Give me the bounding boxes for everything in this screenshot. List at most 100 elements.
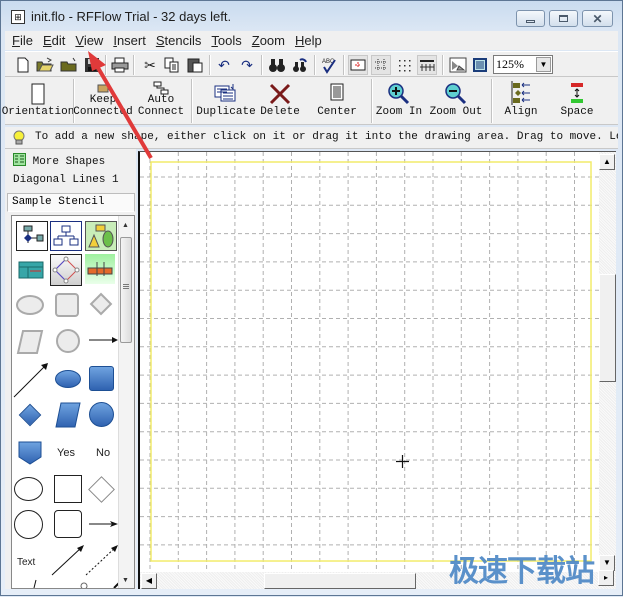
palette-yes-label[interactable]: Yes: [57, 447, 75, 459]
close-button[interactable]: ✕: [582, 10, 613, 27]
auto-connect-button[interactable]: Auto Connect: [133, 79, 189, 123]
chart-properties-button[interactable]: [470, 55, 490, 75]
page-border: [150, 161, 592, 562]
menu-file[interactable]: File: [12, 33, 33, 48]
palette-right-arrow[interactable]: [88, 334, 120, 346]
palette-outline-circle[interactable]: [14, 510, 43, 539]
duplicate-button[interactable]: Duplicate: [193, 79, 259, 123]
shape-palette: Yes No Text ▲ ▼: [11, 215, 135, 589]
recent-stencil-diagonal-lines[interactable]: Diagonal Lines 1: [13, 174, 119, 186]
new-file-button[interactable]: [13, 55, 33, 75]
open-folder-button[interactable]: [59, 55, 79, 75]
copy-button[interactable]: [162, 55, 182, 75]
spell-check-button[interactable]: ABC: [319, 55, 339, 75]
align-button[interactable]: Align: [501, 79, 541, 123]
vertical-scrollbar[interactable]: ▲ ▼: [599, 152, 616, 589]
palette-text-label[interactable]: Text: [17, 557, 35, 568]
orientation-button[interactable]: Orientation: [2, 79, 74, 123]
horizontal-scroll-thumb[interactable]: [264, 573, 416, 589]
space-icon: [571, 83, 583, 103]
menu-insert[interactable]: Insert: [113, 33, 146, 48]
keep-connected-button[interactable]: Keep Connected: [73, 79, 133, 123]
scroll-right-button[interactable]: ▸: [598, 570, 614, 586]
redo-button[interactable]: ↷: [237, 55, 257, 75]
maximize-icon: [559, 15, 568, 22]
save-button[interactable]: [82, 55, 102, 75]
flowchart-template-icon: [23, 225, 44, 243]
scroll-down-arrow-icon[interactable]: ▼: [122, 577, 129, 584]
show-grid-toggle[interactable]: [394, 55, 414, 75]
print-button[interactable]: [110, 55, 130, 75]
palette-blue-square[interactable]: [89, 366, 114, 391]
palette-diagonal-line-arrow[interactable]: [50, 543, 86, 577]
palette-org-chart-template[interactable]: [16, 221, 48, 251]
minimize-button[interactable]: [516, 10, 545, 27]
center-button[interactable]: Center: [313, 79, 361, 123]
snap-grid-toggle[interactable]: [371, 55, 391, 75]
menu-tools[interactable]: Tools: [211, 33, 241, 48]
page-border-toggle[interactable]: [348, 55, 368, 75]
find-button[interactable]: [267, 55, 287, 75]
palette-blue-shield[interactable]: [17, 440, 43, 466]
palette-blue-parallelogram[interactable]: [55, 402, 81, 428]
vertical-scroll-thumb[interactable]: [599, 274, 616, 382]
delete-button[interactable]: Delete: [259, 79, 301, 123]
palette-blue-ellipse[interactable]: [55, 370, 81, 388]
current-stencil-name[interactable]: Sample Stencil: [7, 193, 135, 212]
scroll-left-button[interactable]: ◀: [141, 573, 157, 589]
palette-no-label[interactable]: No: [96, 447, 110, 459]
palette-outline-square[interactable]: [54, 475, 82, 503]
ruler-toggle[interactable]: [417, 55, 437, 75]
chevron-down-icon[interactable]: ▼: [536, 57, 551, 72]
open-file-button[interactable]: [35, 55, 55, 75]
palette-outline-arrow[interactable]: [88, 518, 120, 530]
menu-stencils[interactable]: Stencils: [156, 33, 202, 48]
document-properties-icon: [473, 58, 487, 72]
cut-button[interactable]: ✂: [140, 55, 160, 75]
palette-network-template[interactable]: [50, 254, 82, 286]
palette-outline-rounded-square[interactable]: [54, 510, 82, 538]
scroll-down-button[interactable]: ▼: [599, 555, 615, 571]
grid-dots-icon: [399, 60, 411, 72]
palette-gray-rounded-square[interactable]: [55, 293, 79, 317]
space-button[interactable]: Space: [555, 79, 599, 123]
arrow-left-icon: ◀: [145, 576, 153, 585]
palette-gray-parallelogram[interactable]: [16, 329, 44, 355]
scroll-up-arrow-icon[interactable]: ▲: [122, 222, 129, 229]
more-shapes-button[interactable]: More Shapes: [13, 153, 105, 168]
menu-view[interactable]: View: [75, 33, 103, 48]
maximize-button[interactable]: [549, 10, 578, 27]
arrow-down-icon: ▼: [603, 558, 611, 567]
palette-hierarchy-template[interactable]: [50, 221, 82, 251]
palette-gray-circle[interactable]: [56, 329, 80, 353]
palette-blue-diamond[interactable]: [18, 403, 42, 427]
zoom-in-button[interactable]: Zoom In: [375, 79, 423, 123]
shape-properties-button[interactable]: [448, 55, 468, 75]
paste-button[interactable]: [185, 55, 205, 75]
menu-edit[interactable]: Edit: [43, 33, 65, 48]
palette-gray-ellipse[interactable]: [16, 295, 44, 315]
palette-basic-shapes-template[interactable]: [85, 221, 117, 251]
palette-outline-ellipse[interactable]: [14, 477, 43, 501]
menu-help[interactable]: Help: [295, 33, 322, 48]
palette-gray-diamond[interactable]: [89, 292, 113, 316]
palette-timeline-template[interactable]: [85, 254, 115, 284]
palette-outline-diamond[interactable]: [88, 476, 115, 503]
save-icon: [85, 58, 99, 72]
palette-diagonal-arrow[interactable]: [12, 359, 52, 399]
undo-button[interactable]: ↶: [214, 55, 234, 75]
open-folder-icon: [36, 57, 54, 72]
zoom-out-button[interactable]: Zoom Out: [429, 79, 483, 123]
replace-button[interactable]: [290, 55, 310, 75]
minimize-icon: [526, 19, 535, 23]
drawing-grid[interactable]: [140, 152, 601, 572]
menu-zoom[interactable]: Zoom: [252, 33, 285, 48]
zoom-level-select[interactable]: 125% ▼: [493, 55, 553, 74]
palette-dashed-line-arrow[interactable]: [84, 543, 120, 577]
palette-scroll-thumb[interactable]: [120, 237, 132, 343]
palette-blue-circle[interactable]: [89, 402, 114, 427]
palette-scrollbar[interactable]: ▲ ▼: [118, 216, 134, 588]
scroll-up-button[interactable]: ▲: [599, 154, 615, 170]
palette-table-template[interactable]: [16, 256, 46, 284]
drawing-area[interactable]: ▲ ▼ ◀ ▸: [138, 151, 616, 589]
